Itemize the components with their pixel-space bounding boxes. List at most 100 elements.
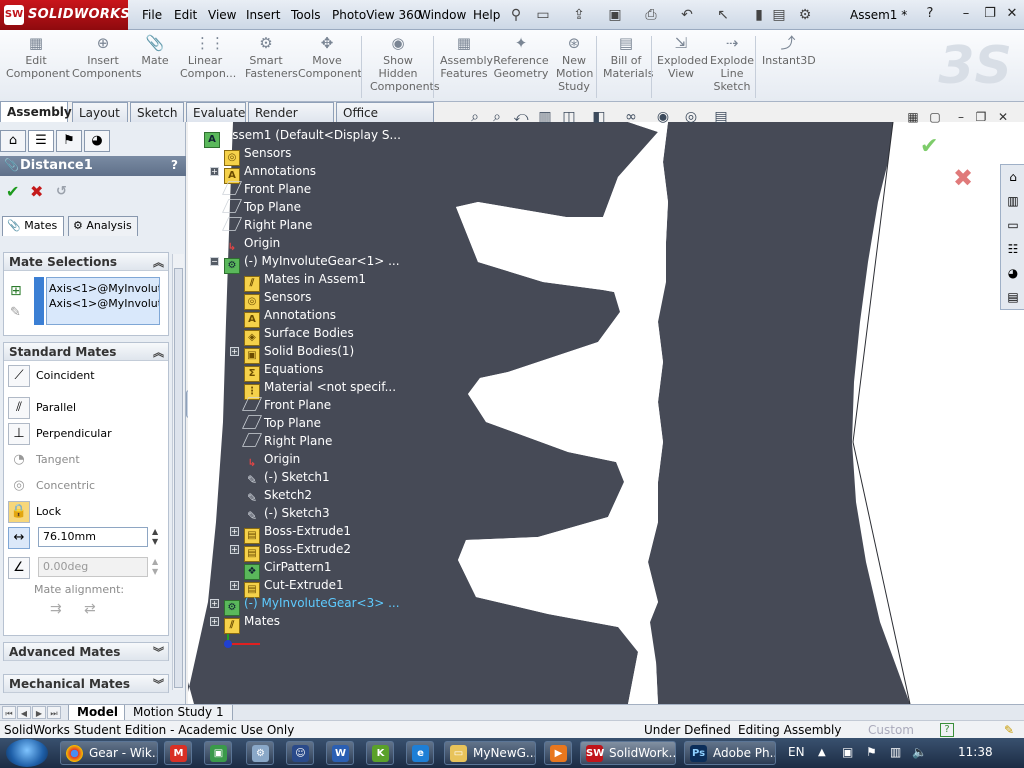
tag-icon[interactable]: ✎ <box>1004 721 1014 739</box>
zoom-to-fit-icon[interactable]: ⌕ <box>466 108 484 126</box>
rebuild-icon[interactable]: ▮ <box>750 6 768 24</box>
distance-input[interactable]: 76.10mm <box>38 527 148 547</box>
tree-item[interactable]: ◎ Sensors <box>244 288 311 310</box>
mate-selections-header[interactable]: Mate Selections ︽ <box>4 253 168 271</box>
mate-parallel[interactable]: ⫽ Parallel <box>8 397 76 419</box>
menu-tools[interactable]: Tools <box>291 8 321 22</box>
mate-tangent[interactable]: ◔ Tangent <box>8 449 79 471</box>
task-photoshop[interactable]: Ps Adobe Ph... <box>684 741 776 765</box>
cmd-mate-button[interactable]: 📎 Mate <box>140 34 170 67</box>
display-manager-tab-icon[interactable]: ◕ <box>84 130 110 152</box>
tree-item[interactable]: ✎ (-) Sketch1 <box>244 468 330 487</box>
cmd-show-hidden-button[interactable]: ◉ Show Hidden Components <box>370 34 440 93</box>
custom-properties-icon[interactable]: ▤ <box>1004 288 1022 306</box>
distance-spin-down-icon[interactable]: ▼ <box>152 537 162 547</box>
mechanical-mates-header[interactable]: Mechanical Mates ︾ <box>4 675 168 693</box>
units-status[interactable]: Custom <box>868 721 914 739</box>
cmd-reference-geometry-button[interactable]: ✦ Reference Geometry <box>493 34 549 80</box>
task-gmail[interactable]: M <box>164 741 192 765</box>
tree-item[interactable]: ⫽ Mates <box>224 612 280 634</box>
tree-item[interactable]: Front Plane <box>242 396 331 414</box>
previous-view-icon[interactable]: ⤺ <box>512 108 530 126</box>
tree-expand-icon[interactable]: + <box>230 527 239 536</box>
help-icon[interactable]: ? <box>920 5 940 23</box>
cmd-assembly-features-button[interactable]: ▦ Assembly Features <box>440 34 493 80</box>
open-icon[interactable]: ⇪ <box>570 6 588 24</box>
advanced-mates-group[interactable]: Advanced Mates ︾ <box>3 642 169 661</box>
mate-perpendicular[interactable]: ⊥ Perpendicular <box>8 423 112 445</box>
tree-item[interactable]: ◎ Sensors <box>224 144 291 166</box>
tree-item[interactable]: ▤ Boss-Extrude2 <box>244 540 351 562</box>
tree-item[interactable]: ↳ Origin <box>224 234 280 253</box>
menu-photoview[interactable]: PhotoView 360 <box>332 8 421 22</box>
subtab-mates[interactable]: 📎 Mates <box>2 216 64 236</box>
viewport-close-icon[interactable]: ✕ <box>994 110 1012 126</box>
tray-expand-icon[interactable]: ▲ <box>818 747 826 758</box>
resources-icon[interactable]: ⌂ <box>1004 168 1022 186</box>
mate-coincident[interactable]: ⟋ Coincident <box>8 365 95 387</box>
tree-item[interactable]: ✎ (-) Sketch3 <box>244 504 330 523</box>
ok-icon[interactable]: ✔ <box>6 182 19 201</box>
tree-item[interactable]: A Annotations <box>244 306 336 328</box>
view-settings-icon[interactable]: ▤ <box>712 108 730 126</box>
tree-expand-icon[interactable]: + <box>210 617 219 626</box>
angle-input[interactable]: 0.00deg <box>38 557 148 577</box>
confirm-cancel-icon[interactable]: ✖ <box>953 164 973 192</box>
task-chrome[interactable]: Gear - Wik... <box>60 741 158 765</box>
cmd-move-component-button[interactable]: ✥ Move Component <box>298 34 362 80</box>
cmd-bom-button[interactable]: ▤ Bill of Materials <box>603 34 653 80</box>
mechanical-mates-group[interactable]: Mechanical Mates ︾ <box>3 674 169 693</box>
mate-concentric[interactable]: ◎ Concentric <box>8 475 95 497</box>
scene-icon[interactable]: ◎ <box>682 108 700 126</box>
tree-item[interactable]: ⋮ Material <not specif... <box>244 378 396 400</box>
tree-item[interactable]: ⚙ (-) MyInvoluteGear<1> ... <box>224 252 400 274</box>
task-word[interactable]: W <box>326 741 354 765</box>
menu-edit[interactable]: Edit <box>174 8 197 22</box>
select-icon[interactable]: ↖ <box>714 6 732 24</box>
cmd-motion-study-button[interactable]: ⊛ New Motion Study <box>556 34 593 93</box>
cancel-icon[interactable]: ✖ <box>30 182 43 201</box>
task-explorer[interactable]: ▭ MyNewG... <box>444 741 536 765</box>
clock[interactable]: 11:38 <box>958 745 993 759</box>
tree-item[interactable]: ✎ Sketch2 <box>244 486 312 505</box>
menu-insert[interactable]: Insert <box>246 8 280 22</box>
volume-icon[interactable]: 🔈 <box>912 745 927 759</box>
print-icon[interactable]: ⎙ <box>642 6 660 24</box>
tree-expand-icon[interactable]: + <box>230 581 239 590</box>
solidworks-logo[interactable]: SW SOLIDWORKS <box>0 0 130 30</box>
pm-help[interactable]: ? <box>171 158 178 172</box>
menu-window[interactable]: Window <box>419 8 466 22</box>
aligned-icon[interactable]: ⇉ <box>50 601 62 617</box>
view-orientation-icon[interactable]: ◫ <box>560 108 578 126</box>
cmd-smart-fasteners-button[interactable]: ⚙ Smart Fasteners <box>245 34 298 80</box>
restore-icon[interactable]: ❐ <box>980 5 1000 23</box>
pm-scrollbar[interactable] <box>172 254 184 690</box>
config-manager-tab-icon[interactable]: ⚑ <box>56 130 82 152</box>
graphics-area[interactable]: A Assem1 (Default<Display S... ◎ Sensors A An… <box>188 122 1024 704</box>
tree-expand-icon[interactable]: + <box>210 167 219 176</box>
collapse-icon[interactable]: ︽ <box>153 344 164 360</box>
subtab-analysis[interactable]: ⚙ Analysis <box>68 216 138 236</box>
minimize-icon[interactable]: – <box>956 5 976 23</box>
file-props-icon[interactable]: ▤ <box>770 6 788 24</box>
appearances-icon[interactable]: ◕ <box>1004 264 1022 282</box>
appearance-icon[interactable]: ◉ <box>654 108 672 126</box>
tree-item[interactable]: Front Plane <box>222 180 311 198</box>
feature-manager-tab-icon[interactable]: ⌂ <box>0 130 26 152</box>
expand-icon[interactable]: ︾ <box>153 644 164 660</box>
viewport-menu-icon[interactable]: ▦ <box>904 110 922 126</box>
tree-expand-icon[interactable]: + <box>210 599 219 608</box>
prev-tab-icon[interactable]: ◀ <box>17 706 31 719</box>
tree-item[interactable]: ⚙ (-) MyInvoluteGear<3> ... <box>224 594 400 616</box>
last-tab-icon[interactable]: ⏭ <box>47 706 61 719</box>
start-button-icon[interactable] <box>6 739 48 767</box>
selection-item[interactable]: Axis<1>@MyInvoluteGear-1 <box>49 281 159 296</box>
close-icon[interactable]: ✕ <box>1002 5 1022 23</box>
next-tab-icon[interactable]: ▶ <box>32 706 46 719</box>
tab-layout[interactable]: Layout <box>72 102 128 122</box>
tree-expand-icon[interactable]: + <box>230 347 239 356</box>
tree-item[interactable]: ↳ Origin <box>244 450 300 469</box>
display-style-icon[interactable]: ◧ <box>590 108 608 126</box>
network-icon[interactable]: ▥ <box>890 745 901 759</box>
task-app-2[interactable]: ⚙ <box>246 741 274 765</box>
